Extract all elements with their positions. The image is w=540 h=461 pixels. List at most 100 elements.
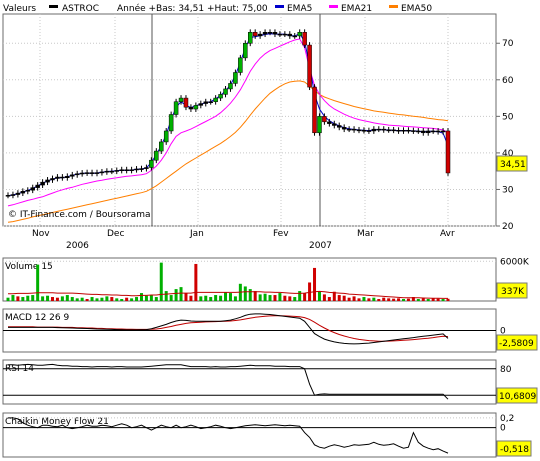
volume-bar	[273, 295, 277, 301]
candle-body	[401, 129, 406, 132]
candle-body	[292, 35, 297, 38]
year-label: 2007	[309, 241, 332, 251]
volume-bar	[36, 264, 40, 301]
candle-body	[55, 176, 60, 179]
volume-bar	[377, 299, 381, 301]
volume-bar	[243, 286, 247, 301]
chaikin-tick-label: 0	[500, 424, 506, 434]
candle-body	[312, 86, 317, 134]
candle-body	[406, 129, 411, 132]
candle-body	[178, 97, 184, 102]
volume-bar	[41, 296, 45, 301]
candle-body	[277, 33, 283, 36]
candle-body	[218, 94, 223, 99]
volume-bar	[436, 298, 440, 301]
candle-body	[376, 128, 382, 131]
rsi-last-value: 10,6809	[499, 392, 536, 402]
candle-body	[361, 129, 367, 132]
candle-body	[252, 32, 258, 37]
candle-body	[70, 174, 75, 177]
candle-body	[435, 130, 441, 133]
month-label: Mar	[357, 229, 374, 239]
candle-body	[416, 130, 421, 133]
volume-bar	[60, 296, 64, 301]
volume-bar	[313, 267, 317, 301]
candle-body	[65, 176, 70, 179]
candle-body	[183, 97, 189, 108]
candle-body	[20, 191, 26, 194]
candle-body	[139, 168, 144, 170]
candle-body	[119, 169, 124, 171]
volume-bar	[263, 293, 267, 301]
rsi-panel: RSI 14 80 10,6809	[2, 359, 538, 405]
volume-bar	[115, 298, 119, 301]
candle-body	[332, 123, 337, 126]
volume-bar	[70, 297, 74, 301]
price-tick-label: 50	[502, 112, 514, 122]
candle-body	[25, 189, 31, 192]
volume-bar	[55, 297, 59, 301]
volume-bar	[253, 291, 257, 301]
candle-body	[257, 33, 263, 37]
volume-bar	[65, 295, 69, 301]
volume-bar	[421, 298, 425, 301]
volume-bar	[130, 298, 134, 301]
volume-bar	[342, 295, 346, 301]
volume-bar	[397, 298, 401, 301]
price-tick-label: 70	[502, 39, 514, 49]
candle-body	[302, 32, 307, 46]
rsi-line	[8, 363, 449, 400]
candle-body	[50, 178, 55, 181]
volume-bar	[209, 297, 213, 301]
volume-bar	[446, 298, 450, 301]
volume-bar	[248, 289, 252, 301]
candle-body	[60, 176, 65, 179]
volume-bar	[303, 293, 307, 301]
candle-body	[15, 192, 21, 195]
candle-body	[149, 159, 154, 168]
candle-body	[94, 172, 100, 174]
volume-bar	[174, 289, 178, 301]
volume-bar	[322, 294, 326, 301]
month-label: Dec	[107, 229, 124, 239]
volume-bar	[16, 296, 20, 301]
legend-ema21: EMA21	[341, 4, 372, 14]
candle-body	[297, 32, 302, 37]
candle-body	[430, 130, 436, 133]
candle-body	[396, 129, 401, 132]
legend-ticker: ASTROC	[62, 4, 99, 14]
candle-body	[203, 101, 209, 104]
volume-bar	[80, 297, 84, 301]
volume-bar	[125, 297, 129, 301]
volume-bar	[387, 298, 391, 301]
candle-body	[114, 170, 120, 172]
volume-last-value: 337K	[501, 287, 525, 297]
ema50-line	[7, 80, 449, 223]
price-tick-label: 60	[502, 76, 514, 86]
volume-bar	[426, 299, 430, 301]
volume-bar	[199, 296, 203, 301]
candle-body	[341, 127, 347, 130]
volume-bar	[159, 262, 163, 301]
candle-body	[10, 194, 16, 196]
candle-body	[35, 184, 40, 188]
candle-body	[74, 173, 80, 176]
volume-bar	[233, 296, 237, 301]
legend-ema5-swatch	[275, 5, 284, 8]
volume-bar	[278, 293, 282, 301]
candle-body	[366, 130, 372, 132]
price-tick-label: 20	[502, 222, 514, 232]
candle-body	[336, 125, 342, 128]
macd-panel: MACD 12 26 9 0 -2,5809	[2, 308, 538, 353]
candle-body	[440, 130, 446, 133]
volume-bar	[268, 295, 272, 301]
volume-bar	[283, 295, 287, 301]
price-panel-frame	[2, 13, 497, 227]
candle-body	[346, 128, 352, 131]
volume-bar	[357, 298, 361, 301]
year-label: 2006	[66, 241, 89, 251]
volume-bar	[327, 297, 331, 301]
volume-bar	[90, 297, 94, 301]
volume-label: Volume 15	[5, 262, 53, 272]
volume-bar	[120, 299, 124, 301]
